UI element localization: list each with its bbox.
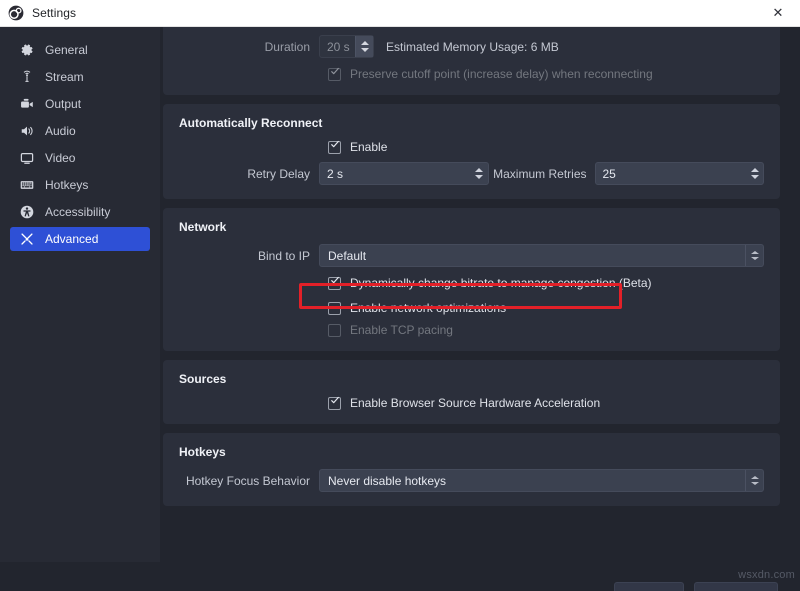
settings-content: Duration 20 s Estimated Memory Usage: 6 … bbox=[160, 27, 800, 591]
chevron-down-icon bbox=[750, 175, 759, 179]
chevron-down-icon bbox=[750, 482, 759, 485]
maximum-retries-label: Maximum Retries bbox=[493, 166, 587, 181]
sidebar-item-hotkeys[interactable]: Hotkeys bbox=[10, 173, 150, 197]
sidebar-item-label: Hotkeys bbox=[45, 178, 89, 192]
checkmark-icon bbox=[331, 140, 339, 147]
maximum-retries-stepper[interactable] bbox=[746, 163, 763, 184]
bind-to-ip-value: Default bbox=[328, 248, 367, 263]
broadcast-icon bbox=[19, 69, 35, 85]
sidebar-item-advanced[interactable]: Advanced bbox=[10, 227, 150, 251]
preserve-cutoff-label[interactable]: Preserve cutoff point (increase delay) w… bbox=[350, 67, 653, 81]
hotkey-focus-behavior-value: Never disable hotkeys bbox=[328, 473, 447, 488]
checkmark-icon bbox=[331, 67, 339, 74]
browser-hw-accel-checkbox[interactable] bbox=[328, 396, 341, 410]
hotkey-focus-behavior-row: Hotkey Focus Behavior Never disable hotk… bbox=[179, 469, 764, 492]
sidebar-item-audio[interactable]: Audio bbox=[10, 119, 150, 143]
preserve-cutoff-checkbox[interactable] bbox=[328, 67, 341, 81]
hotkeys-title: Hotkeys bbox=[179, 445, 226, 459]
browser-hw-accel-label[interactable]: Enable Browser Source Hardware Accelerat… bbox=[350, 396, 600, 410]
retry-delay-label: Retry Delay bbox=[247, 166, 310, 181]
tools-icon bbox=[19, 231, 35, 247]
chevron-up-icon bbox=[475, 168, 483, 172]
dynamic-bitrate-checkbox-row[interactable]: Dynamically change bitrate to manage con… bbox=[179, 276, 764, 290]
speaker-icon bbox=[19, 123, 35, 139]
watermark: wsxdn.com bbox=[738, 569, 795, 581]
estimated-memory-usage-note: Estimated Memory Usage: 6 MB bbox=[386, 39, 559, 54]
chevron-up-icon bbox=[750, 251, 759, 254]
sidebar-item-label: Accessibility bbox=[45, 205, 111, 219]
maximum-retries-spinbox[interactable]: 25 bbox=[594, 162, 764, 185]
sidebar-item-label: Stream bbox=[45, 70, 84, 84]
sidebar-item-label: Output bbox=[45, 97, 82, 111]
hotkey-focus-behavior-label: Hotkey Focus Behavior bbox=[185, 473, 310, 488]
bind-to-ip-row: Bind to IP Default bbox=[179, 244, 764, 267]
gear-icon bbox=[19, 42, 35, 58]
obs-logo-icon bbox=[8, 5, 24, 21]
retry-delay-value: 2 s bbox=[327, 166, 344, 181]
panel-automatically-reconnect: Automatically Reconnect Enable Retry Del… bbox=[163, 104, 780, 199]
sidebar-item-label: General bbox=[45, 43, 88, 57]
sidebar-item-video[interactable]: Video bbox=[10, 146, 150, 170]
preserve-cutoff-checkbox-row[interactable]: Preserve cutoff point (increase delay) w… bbox=[179, 67, 764, 81]
auto-reconnect-title: Automatically Reconnect bbox=[179, 116, 323, 130]
sidebar-item-output[interactable]: Output bbox=[10, 92, 150, 116]
duration-row: Duration 20 s Estimated Memory Usage: 6 … bbox=[179, 35, 764, 58]
tcp-pacing-checkbox bbox=[328, 323, 341, 337]
tcp-pacing-checkbox-row: Enable TCP pacing bbox=[179, 323, 764, 337]
window-body: General Stream Output Audio Video Hotkey… bbox=[0, 27, 800, 591]
sidebar-item-accessibility[interactable]: Accessibility bbox=[10, 200, 150, 224]
chevron-down-icon bbox=[475, 175, 483, 179]
auto-reconnect-enable-checkbox[interactable] bbox=[328, 140, 341, 154]
duration-value: 20 s bbox=[327, 39, 350, 54]
bind-to-ip-label: Bind to IP bbox=[257, 248, 310, 263]
hotkey-focus-behavior-combobox[interactable]: Never disable hotkeys bbox=[319, 469, 764, 492]
network-title: Network bbox=[179, 220, 227, 234]
retry-delay-spinbox[interactable]: 2 s bbox=[319, 162, 489, 185]
chevron-up-icon bbox=[750, 476, 759, 479]
keyboard-icon bbox=[19, 177, 35, 193]
window-title: Settings bbox=[32, 6, 77, 20]
browser-hw-accel-checkbox-row[interactable]: Enable Browser Source Hardware Accelerat… bbox=[179, 396, 764, 410]
auto-reconnect-enable-row[interactable]: Enable bbox=[179, 140, 764, 154]
retry-delay-stepper[interactable] bbox=[471, 163, 488, 184]
duration-spinbox[interactable]: 20 s bbox=[319, 35, 374, 58]
hotkey-focus-behavior-dropdown-arrows[interactable] bbox=[745, 470, 763, 491]
dynamic-bitrate-checkbox[interactable] bbox=[328, 276, 341, 290]
sidebar-item-label: Video bbox=[45, 151, 76, 165]
output-screen-icon bbox=[19, 96, 35, 112]
network-optimizations-checkbox[interactable] bbox=[328, 301, 341, 315]
title-bar: Settings ✕ bbox=[0, 0, 800, 27]
chevron-up-icon bbox=[750, 168, 759, 172]
sidebar-item-label: Advanced bbox=[45, 232, 99, 246]
accessibility-icon bbox=[19, 204, 35, 220]
maximum-retries-value: 25 bbox=[602, 166, 616, 181]
network-optimizations-label[interactable]: Enable network optimizations bbox=[350, 301, 506, 315]
monitor-icon bbox=[19, 150, 35, 166]
panel-sources: Sources Enable Browser Source Hardware A… bbox=[163, 360, 780, 424]
checkmark-icon bbox=[331, 396, 339, 403]
panel-network: Network Bind to IP Default Dynamically c… bbox=[163, 208, 780, 351]
auto-reconnect-enable-label[interactable]: Enable bbox=[350, 140, 387, 154]
chevron-up-icon bbox=[360, 41, 369, 45]
bind-to-ip-combobox[interactable]: Default bbox=[319, 244, 764, 267]
chevron-down-icon bbox=[750, 257, 759, 260]
sources-title: Sources bbox=[179, 372, 227, 386]
bind-to-ip-dropdown-arrows[interactable] bbox=[745, 245, 763, 266]
dynamic-bitrate-label[interactable]: Dynamically change bitrate to manage con… bbox=[350, 276, 652, 290]
duration-stepper[interactable] bbox=[355, 36, 373, 57]
close-icon[interactable]: ✕ bbox=[756, 0, 800, 26]
checkmark-icon bbox=[331, 276, 339, 283]
panel-hotkeys: Hotkeys Hotkey Focus Behavior Never disa… bbox=[163, 433, 780, 506]
duration-label: Duration bbox=[264, 39, 310, 54]
tcp-pacing-label: Enable TCP pacing bbox=[350, 323, 453, 337]
retry-row: Retry Delay 2 s Maximum Retries 25 bbox=[179, 162, 764, 185]
sidebar-item-stream[interactable]: Stream bbox=[10, 65, 150, 89]
settings-sidebar: General Stream Output Audio Video Hotkey… bbox=[0, 27, 160, 562]
sidebar-item-label: Audio bbox=[45, 124, 76, 138]
chevron-down-icon bbox=[360, 48, 369, 52]
sidebar-item-general[interactable]: General bbox=[10, 38, 150, 62]
network-optimizations-checkbox-row[interactable]: Enable network optimizations bbox=[179, 301, 764, 315]
panel-replay-buffer: Duration 20 s Estimated Memory Usage: 6 … bbox=[163, 27, 780, 95]
